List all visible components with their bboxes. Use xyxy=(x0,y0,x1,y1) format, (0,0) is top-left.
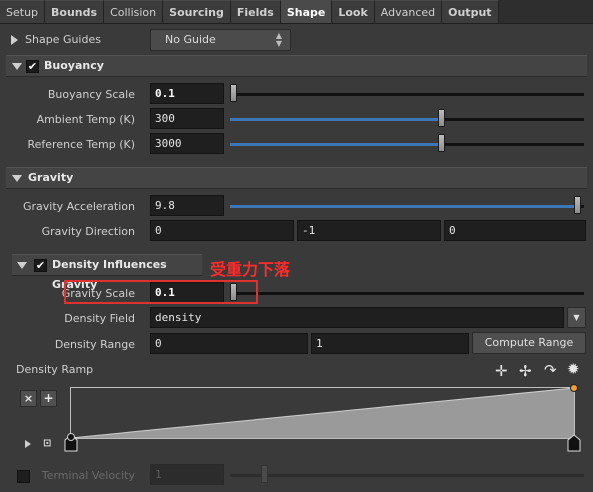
tab-bar-fill xyxy=(498,0,593,23)
tab-advanced[interactable]: Advanced xyxy=(374,0,443,23)
shape-guides-label: Shape Guides xyxy=(25,33,101,46)
tab-bar: Setup Bounds Collision Sourcing Fields Shape L… xyxy=(0,0,593,24)
move-tool-icon[interactable]: ✛ xyxy=(495,364,508,379)
gravity-scale-slider-track[interactable] xyxy=(230,292,584,295)
gravity-acceleration-label: Gravity Acceleration xyxy=(22,200,135,213)
reference-temp-field[interactable]: 3000 xyxy=(150,133,224,154)
shape-guides-dropdown[interactable]: No Guide ▲ ▼ xyxy=(150,29,291,51)
snap-tool-icon[interactable]: ✢ xyxy=(519,364,532,379)
gravity-direction-label: Gravity Direction xyxy=(41,225,135,238)
annotation-text: 受重力下落 xyxy=(210,260,291,279)
ambient-temp-slider-fill xyxy=(230,118,442,121)
tab-look[interactable]: Look xyxy=(332,0,375,23)
gravity-header-label: Gravity xyxy=(28,171,74,184)
reference-temp-slider-handle[interactable] xyxy=(438,134,445,152)
tab-shape[interactable]: Shape xyxy=(280,0,333,23)
gravity-acceleration-field[interactable]: 9.8 xyxy=(150,195,224,216)
density-gravity-section-header[interactable]: ✔ Density Influences Gravity xyxy=(12,254,202,291)
buoyancy-header-label: Buoyancy xyxy=(44,59,104,72)
ramp-point-start-marker[interactable] xyxy=(67,433,75,441)
density-gravity-enable-checkbox[interactable]: ✔ xyxy=(34,259,47,272)
terminal-velocity-checkbox[interactable] xyxy=(17,470,30,483)
annotation-highlight-box xyxy=(64,280,258,304)
gravity-acceleration-slider-fill xyxy=(230,205,577,208)
terminal-velocity-slider-handle[interactable] xyxy=(261,465,268,483)
buoyancy-section-header[interactable]: ✔ Buoyancy xyxy=(6,55,587,77)
dropdown-arrows-icon: ▲ ▼ xyxy=(275,31,282,48)
gravity-direction-x-field[interactable]: 0 xyxy=(150,220,294,241)
ambient-temp-field[interactable]: 300 xyxy=(150,108,224,129)
add-point-button[interactable]: + xyxy=(40,390,57,407)
terminal-velocity-field[interactable]: 1 xyxy=(150,464,224,485)
tab-setup[interactable]: Setup xyxy=(0,0,46,23)
ramp-point-end-marker[interactable] xyxy=(570,384,578,392)
remove-point-button[interactable]: × xyxy=(20,390,37,407)
density-range-max-field[interactable]: 1 xyxy=(311,333,469,354)
ambient-temp-label: Ambient Temp (K) xyxy=(36,113,135,126)
ramp-expand-icon[interactable] xyxy=(25,440,31,448)
density-field-label: Density Field xyxy=(64,312,135,325)
reference-temp-slider-fill xyxy=(230,143,442,146)
terminal-velocity-label: Terminal Velocity xyxy=(41,469,135,482)
buoyancy-scale-field[interactable]: 0.1 xyxy=(150,83,224,104)
gravity-direction-y-field[interactable]: -1 xyxy=(297,220,441,241)
buoyancy-enable-checkbox[interactable]: ✔ xyxy=(26,60,39,73)
terminal-velocity-slider-track[interactable] xyxy=(230,474,584,477)
density-field-menu-button[interactable]: ▼ xyxy=(567,307,586,328)
ramp-channel-icon[interactable]: ⊡ xyxy=(43,438,51,449)
ramp-settings-gear-icon[interactable]: ✹ xyxy=(567,362,580,377)
tab-sourcing[interactable]: Sourcing xyxy=(163,0,231,23)
gravity-acceleration-slider-handle[interactable] xyxy=(574,196,581,214)
compute-range-button[interactable]: Compute Range xyxy=(472,332,586,354)
density-range-label: Density Range xyxy=(54,338,135,351)
interpolation-curve-icon[interactable]: ↷ xyxy=(544,363,557,378)
expand-shape-guides-icon[interactable] xyxy=(11,35,18,45)
collapse-gravity-icon[interactable] xyxy=(12,175,22,182)
density-field-input[interactable]: density xyxy=(150,307,564,328)
collapse-density-gravity-icon[interactable] xyxy=(17,262,27,269)
buoyancy-scale-slider-track[interactable] xyxy=(230,93,584,96)
shape-guides-value: No Guide xyxy=(165,33,216,46)
density-ramp-label: Density Ramp xyxy=(16,363,94,376)
density-ramp-editor[interactable] xyxy=(70,387,575,439)
buoyancy-scale-slider-handle[interactable] xyxy=(230,84,237,102)
density-range-min-field[interactable]: 0 xyxy=(150,333,308,354)
ramp-curve xyxy=(71,388,574,438)
gravity-direction-z-field[interactable]: 0 xyxy=(444,220,586,241)
buoyancy-scale-label: Buoyancy Scale xyxy=(47,88,135,101)
tab-output[interactable]: Output xyxy=(442,0,499,23)
tab-fields[interactable]: Fields xyxy=(230,0,281,23)
collapse-buoyancy-icon[interactable] xyxy=(12,63,22,70)
tab-collision[interactable]: Collision xyxy=(104,0,164,23)
tab-bounds[interactable]: Bounds xyxy=(45,0,105,23)
ambient-temp-slider-handle[interactable] xyxy=(438,109,445,127)
ramp-end-point-handle[interactable] xyxy=(567,434,581,452)
reference-temp-label: Reference Temp (K) xyxy=(27,138,136,151)
gravity-section-header[interactable]: Gravity xyxy=(6,167,587,189)
